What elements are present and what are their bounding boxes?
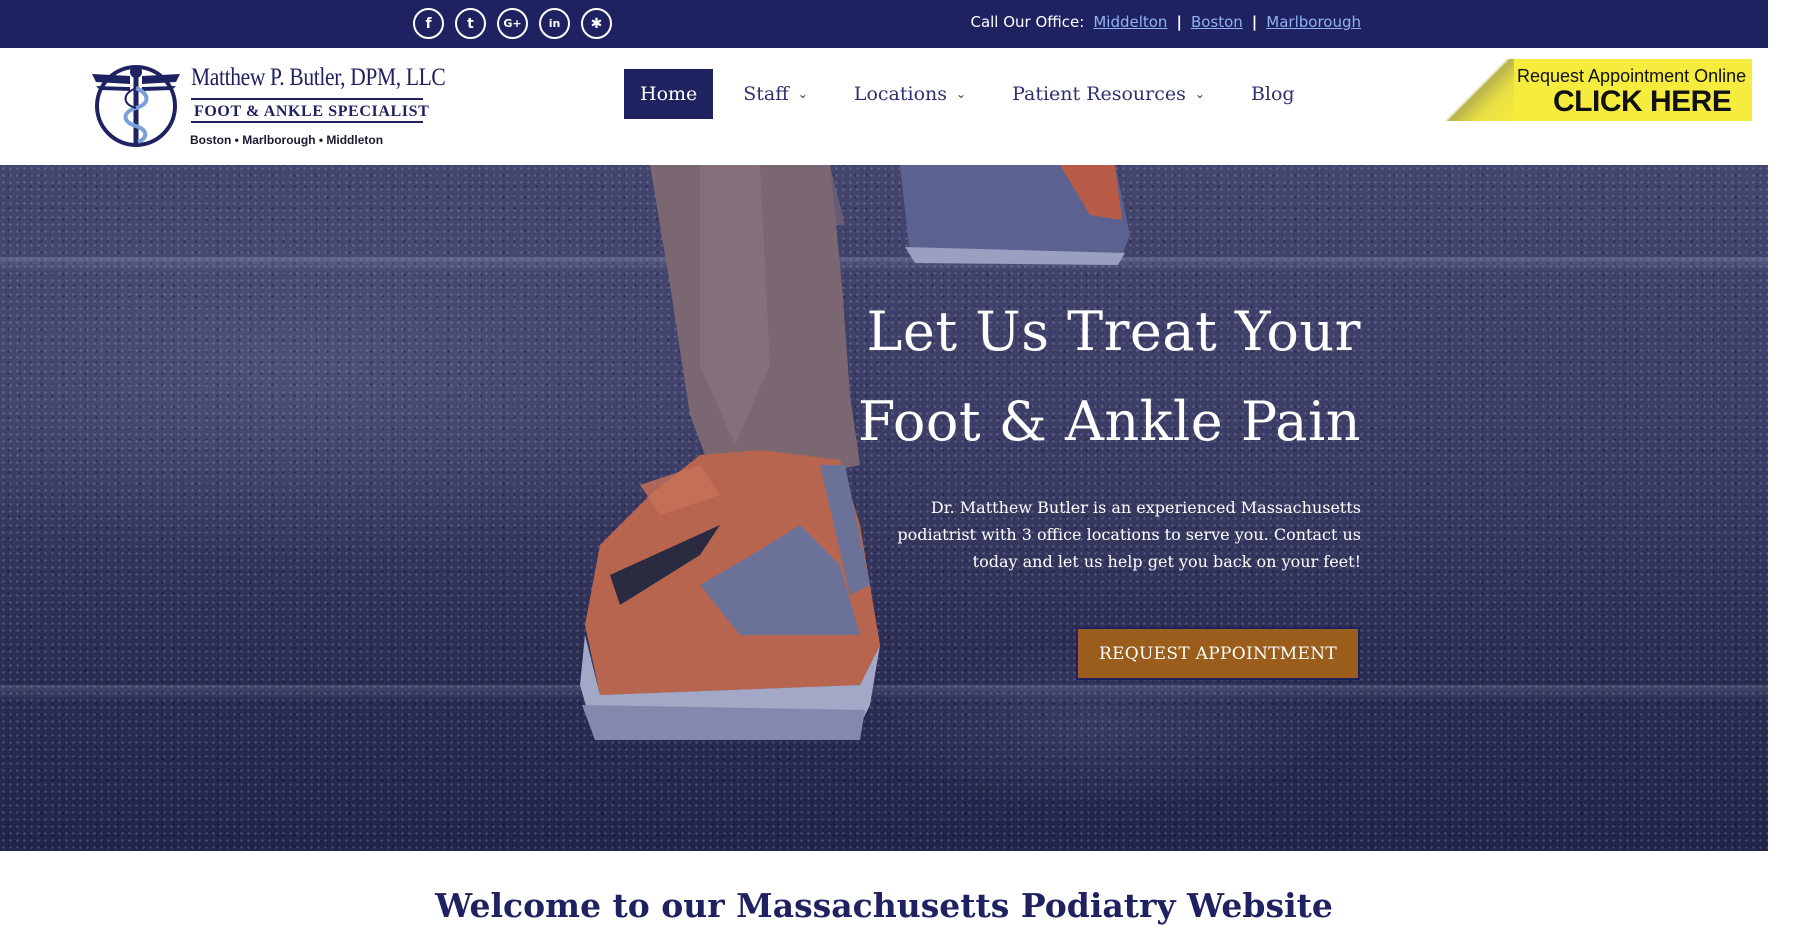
nav-blog[interactable]: Blog xyxy=(1235,69,1311,119)
banner-line2: CLICK HERE xyxy=(1553,85,1732,118)
logo-divider xyxy=(191,121,423,123)
facebook-icon[interactable]: f xyxy=(413,8,444,39)
office-links: Call Our Office: Middelton | Boston | Ma… xyxy=(970,13,1361,31)
top-bar: f t G+ in ✱ Call Our Office: Middelton |… xyxy=(0,0,1803,48)
separator: | xyxy=(1251,13,1258,31)
scrollbar-track[interactable] xyxy=(1768,0,1803,935)
twitter-icon[interactable]: t xyxy=(455,8,486,39)
social-links: f t G+ in ✱ xyxy=(413,8,612,39)
nav-blog-label: Blog xyxy=(1250,83,1295,105)
nav-home-label: Home xyxy=(640,83,698,105)
separator: | xyxy=(1176,13,1182,31)
banner-line1: Request Appointment Online xyxy=(1517,66,1747,86)
chevron-down-icon: ⌄ xyxy=(797,87,808,101)
office-link-boston[interactable]: Boston xyxy=(1191,13,1243,31)
site-logo[interactable]: Matthew P. Butler, DPM, LLC FOOT & ANKLE… xyxy=(90,58,446,154)
hero-description: Dr. Matthew Butler is an experienced Mas… xyxy=(897,498,1361,571)
main-nav: Home Staff ⌄ Locations ⌄ Patient Resourc… xyxy=(624,69,1325,119)
nav-home[interactable]: Home xyxy=(624,69,714,119)
caduceus-emblem-icon xyxy=(92,65,180,147)
yelp-icon[interactable]: ✱ xyxy=(581,8,612,39)
logo-name: Matthew P. Butler, DPM, LLC xyxy=(191,64,446,91)
chevron-down-icon: ⌄ xyxy=(956,87,967,101)
logo-divider xyxy=(191,98,423,100)
google-plus-icon[interactable]: G+ xyxy=(497,8,528,39)
nav-locations[interactable]: Locations ⌄ xyxy=(838,69,982,119)
hero-section: Let Us Treat Your Foot & Ankle Pain Dr. … xyxy=(0,165,1803,851)
site-header: Matthew P. Butler, DPM, LLC FOOT & ANKLE… xyxy=(0,48,1803,165)
nav-locations-label: Locations xyxy=(853,83,947,105)
office-link-middelton[interactable]: Middelton xyxy=(1093,13,1167,31)
request-appointment-button[interactable]: REQUEST APPOINTMENT xyxy=(1076,627,1360,680)
call-office-label: Call Our Office: xyxy=(970,13,1085,31)
chevron-down-icon: ⌄ xyxy=(1194,87,1205,101)
hero-title: Let Us Treat Your Foot & Ankle Pain xyxy=(857,300,1361,453)
logo-specialty: FOOT & ANKLE SPECIALIST xyxy=(194,103,430,120)
nav-patient-resources-label: Patient Resources xyxy=(1012,83,1186,105)
logo-towns: Boston • Marlborough • Middleton xyxy=(190,133,384,147)
linkedin-icon[interactable]: in xyxy=(539,8,570,39)
nav-patient-resources[interactable]: Patient Resources ⌄ xyxy=(996,69,1221,119)
page-curl-graphic xyxy=(1446,59,1514,121)
welcome-heading: Welcome to our Massachusetts Podiatry We… xyxy=(435,886,1333,925)
nav-staff[interactable]: Staff ⌄ xyxy=(727,69,824,119)
request-appointment-online-banner[interactable]: Request Appointment Online CLICK HERE xyxy=(1446,59,1752,121)
office-link-marlborough[interactable]: Marlborough xyxy=(1266,13,1361,31)
nav-staff-label: Staff xyxy=(743,83,789,105)
